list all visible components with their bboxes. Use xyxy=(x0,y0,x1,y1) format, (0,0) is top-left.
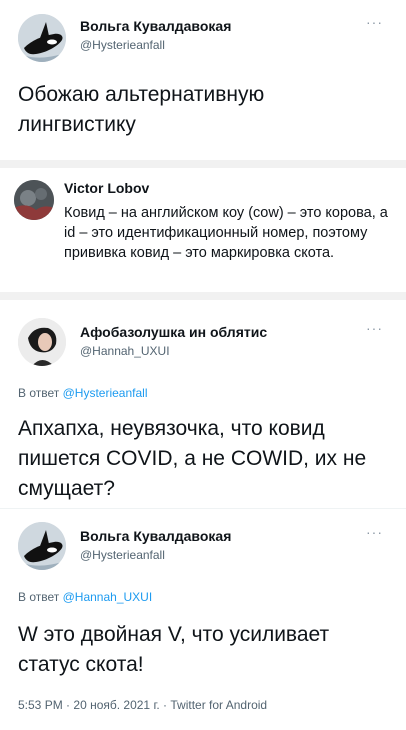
reply-to-link[interactable]: @Hannah_UXUI xyxy=(63,590,153,604)
reply-to-link[interactable]: @Hysterieanfall xyxy=(63,386,148,400)
avatar[interactable] xyxy=(18,14,66,62)
orca-avatar-icon xyxy=(18,14,66,62)
tweet-date[interactable]: 20 нояб. 2021 г. xyxy=(73,698,159,712)
tweet-text: Апхапха, неувязочка, что ковид пишется C… xyxy=(18,417,367,500)
separator-dot: · xyxy=(66,698,71,712)
photo-avatar-icon xyxy=(14,180,54,220)
display-name[interactable]: Victor Lobov xyxy=(64,180,149,196)
reply-prefix: В ответ xyxy=(18,590,60,604)
reply-context: В ответ @Hannah_UXUI xyxy=(18,590,152,604)
tweet-text: Обожаю альтернативную лингвистику xyxy=(18,83,265,136)
user-handle[interactable]: @Hannah_UXUI xyxy=(80,344,170,358)
divider xyxy=(0,160,406,168)
avatar[interactable] xyxy=(14,180,54,220)
orca-avatar-icon xyxy=(18,522,66,570)
ellipsis-icon[interactable]: ··· xyxy=(366,524,383,540)
display-name[interactable]: Вольга Кувалдавокая xyxy=(80,18,231,34)
ellipsis-icon[interactable]: ··· xyxy=(366,14,383,30)
avatar[interactable] xyxy=(18,522,66,570)
divider xyxy=(0,508,406,509)
user-handle[interactable]: @Hysterieanfall xyxy=(80,38,165,52)
user-handle[interactable]: @Hysterieanfall xyxy=(80,548,165,562)
display-name[interactable]: Вольга Кувалдавокая xyxy=(80,528,231,544)
display-name[interactable]: Афобазолушка ин облятис xyxy=(80,324,267,340)
quoted-text: Ковид – на английском коу (cow) – это ко… xyxy=(64,205,388,261)
separator-dot: · xyxy=(163,698,168,712)
ellipsis-icon[interactable]: ··· xyxy=(366,320,383,336)
reply-prefix: В ответ xyxy=(18,386,60,400)
tweet-time[interactable]: 5:53 PM xyxy=(18,698,63,712)
avatar[interactable] xyxy=(18,318,66,366)
tweet-meta: 5:53 PM · 20 нояб. 2021 г. · Twitter for… xyxy=(18,698,267,712)
portrait-avatar-icon xyxy=(18,318,66,366)
reply-context: В ответ @Hysterieanfall xyxy=(18,386,148,400)
tweet-source[interactable]: Twitter for Android xyxy=(170,698,267,712)
divider xyxy=(0,292,406,300)
tweet-text: W это двойная V, что усиливает статус ск… xyxy=(18,623,330,676)
